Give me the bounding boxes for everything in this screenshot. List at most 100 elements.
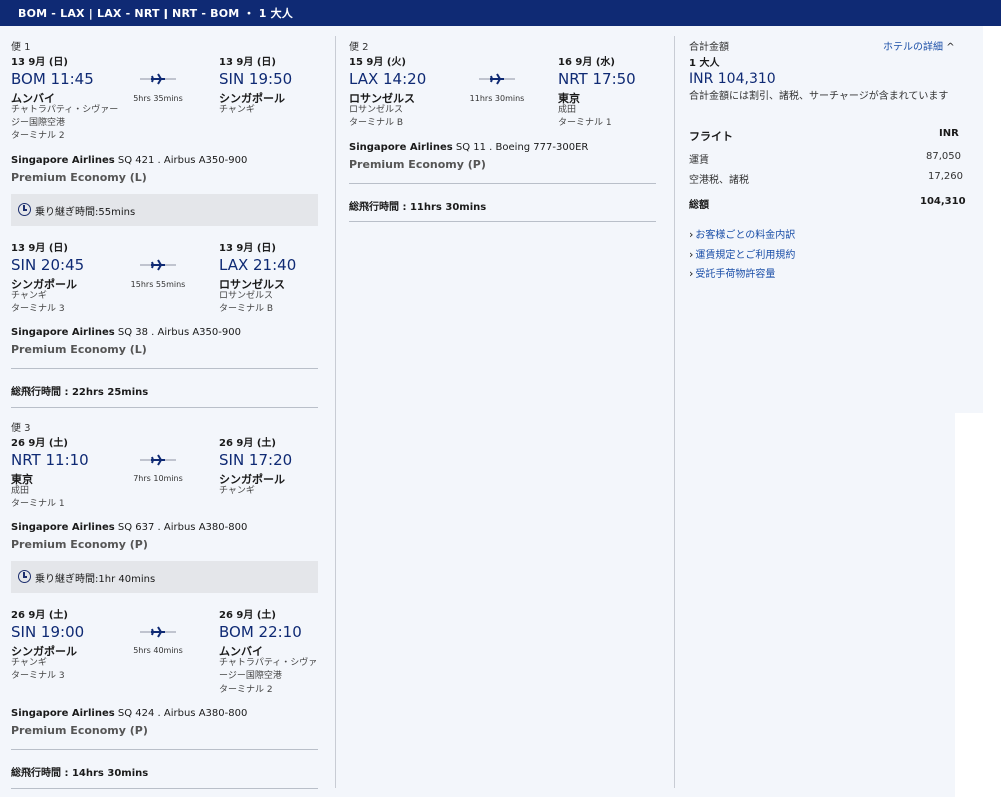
departure-date: 13 9月 (日) <box>11 57 68 68</box>
departure-time: NRT 11:10 <box>11 451 89 469</box>
flight-number: SQ 38 . Airbus A350-900 <box>117 327 241 338</box>
departure-airport: 成田 <box>11 486 30 496</box>
departure-airport: ロサンゼルス <box>349 105 404 115</box>
grand-total-value: 104,310 <box>920 196 966 207</box>
tax-value: 17,260 <box>928 171 963 182</box>
airline-name: Singapore Airlines <box>11 155 115 166</box>
flight-number: SQ 637 . Airbus A380-800 <box>117 522 248 533</box>
arrival-airport: ロサンゼルス <box>219 291 274 301</box>
segment-duration: 15hrs 55mins <box>130 280 186 289</box>
divider <box>349 221 656 222</box>
column-divider <box>674 36 675 788</box>
cabin-class: Premium Economy (L) <box>11 343 147 356</box>
total-flight-time: 総飛行時間 : 14hrs 30mins <box>11 768 149 779</box>
segment-duration: 7hrs 10mins <box>133 474 183 483</box>
chevron-up-icon: ^ <box>946 42 955 53</box>
chevron-right-icon: › <box>689 267 694 280</box>
departure-terminal: ターミナル 2 <box>11 131 65 141</box>
total-amount: INR 104,310 <box>689 71 776 87</box>
plane-icon <box>140 73 176 85</box>
plane-icon <box>479 73 515 85</box>
flight-1-label: 便 1 <box>11 42 31 53</box>
segment-duration: 5hrs 35mins <box>133 94 183 103</box>
airline-info: Singapore Airlines SQ 38 . Airbus A350-9… <box>11 327 241 338</box>
arrival-time: NRT 17:50 <box>558 70 636 88</box>
fare-rules-link[interactable]: › 運賃規定とご利用規約 <box>689 246 795 261</box>
arrival-time: SIN 17:20 <box>219 451 293 469</box>
hotel-details-label: ホテルの詳細 <box>883 42 943 53</box>
hotel-details-link[interactable]: ホテルの詳細 ^ <box>883 38 955 53</box>
column-divider <box>335 36 336 788</box>
total-flight-time: 総飛行時間 : 11hrs 30mins <box>349 202 487 213</box>
airline-info: Singapore Airlines SQ 11 . Boeing 777-30… <box>349 142 588 153</box>
cabin-class: Premium Economy (L) <box>11 171 147 184</box>
arrival-airport: チャトラパティ・シヴァージー国際空港 <box>219 658 318 681</box>
fare-label: 運賃 <box>689 155 709 166</box>
departure-airport: チャンギ <box>11 291 47 301</box>
layover-time: 乗り継ぎ時間:55mins <box>35 207 136 218</box>
departure-terminal: ターミナル B <box>349 118 404 128</box>
layover-time: 乗り継ぎ時間:1hr 40mins <box>35 574 156 585</box>
divider <box>349 183 656 184</box>
airline-name: Singapore Airlines <box>11 522 115 533</box>
fare-value: 87,050 <box>926 151 961 162</box>
airline-name: Singapore Airlines <box>349 142 453 153</box>
layover-box: 乗り継ぎ時間:1hr 40mins <box>11 561 318 593</box>
route-summary: BOM - LAX | LAX - NRT ǀ NRT - BOM ・ 1 大人 <box>18 7 293 20</box>
cabin-class: Premium Economy (P) <box>349 158 486 171</box>
arrival-date: 26 9月 (土) <box>219 610 276 621</box>
departure-airport: チャトラパティ・シヴァージー国際空港 <box>11 105 119 128</box>
departure-time: BOM 11:45 <box>11 70 94 88</box>
flight-number: SQ 11 . Boeing 777-300ER <box>455 142 589 153</box>
summary-title: 合計金額 <box>689 42 729 53</box>
fare-breakdown-link[interactable]: › お客様ごとの料金内訳 <box>689 226 795 241</box>
route-header: BOM - LAX | LAX - NRT ǀ NRT - BOM ・ 1 大人 <box>0 0 1001 26</box>
cabin-class: Premium Economy (P) <box>11 724 148 737</box>
plane-icon <box>140 259 176 271</box>
divider <box>11 749 318 750</box>
departure-date: 26 9月 (土) <box>11 610 68 621</box>
price-note: 合計金額には割引、諸税、サーチャージが含まれています <box>689 91 949 102</box>
plane-icon <box>140 454 176 466</box>
flight-3-label: 便 3 <box>11 423 31 434</box>
departure-airport: チャンギ <box>11 658 47 668</box>
plane-icon <box>140 626 176 638</box>
arrival-terminal: ターミナル 1 <box>558 118 612 128</box>
departure-terminal: ターミナル 3 <box>11 304 65 314</box>
departure-date: 13 9月 (日) <box>11 243 68 254</box>
flight-2-label: 便 2 <box>349 42 369 53</box>
divider <box>11 788 318 789</box>
grand-total-label: 総額 <box>689 200 709 211</box>
baggage-allowance-link[interactable]: › 受託手荷物許容量 <box>689 265 775 280</box>
arrival-date: 16 9月 (水) <box>558 57 615 68</box>
airline-name: Singapore Airlines <box>11 327 115 338</box>
departure-terminal: ターミナル 3 <box>11 671 65 681</box>
departure-time: SIN 20:45 <box>11 256 85 274</box>
airline-name: Singapore Airlines <box>11 708 115 719</box>
segment-duration: 11hrs 30mins <box>469 94 525 103</box>
tax-label: 空港税、諸税 <box>689 175 749 186</box>
departure-terminal: ターミナル 1 <box>11 499 65 509</box>
arrival-airport: 成田 <box>558 105 577 115</box>
arrival-date: 13 9月 (日) <box>219 57 276 68</box>
flight-number: SQ 424 . Airbus A380-800 <box>117 708 248 719</box>
clock-icon <box>18 203 31 216</box>
arrival-time: LAX 21:40 <box>219 256 297 274</box>
departure-time: SIN 19:00 <box>11 623 85 641</box>
arrival-airport: チャンギ <box>219 486 255 496</box>
arrival-terminal: ターミナル 2 <box>219 685 273 695</box>
chevron-right-icon: › <box>689 248 694 261</box>
arrival-date: 26 9月 (土) <box>219 438 276 449</box>
airline-info: Singapore Airlines SQ 421 . Airbus A350-… <box>11 155 247 166</box>
arrival-date: 13 9月 (日) <box>219 243 276 254</box>
chevron-right-icon: › <box>689 228 694 241</box>
flight-number: SQ 421 . Airbus A350-900 <box>117 155 248 166</box>
arrival-time: BOM 22:10 <box>219 623 302 641</box>
layover-box: 乗り継ぎ時間:55mins <box>11 194 318 226</box>
departure-time: LAX 14:20 <box>349 70 427 88</box>
divider <box>11 368 318 369</box>
airline-info: Singapore Airlines SQ 424 . Airbus A380-… <box>11 708 247 719</box>
fare-rules-label: 運賃規定とご利用規約 <box>695 250 796 261</box>
departure-date: 26 9月 (土) <box>11 438 68 449</box>
cabin-class: Premium Economy (P) <box>11 538 148 551</box>
